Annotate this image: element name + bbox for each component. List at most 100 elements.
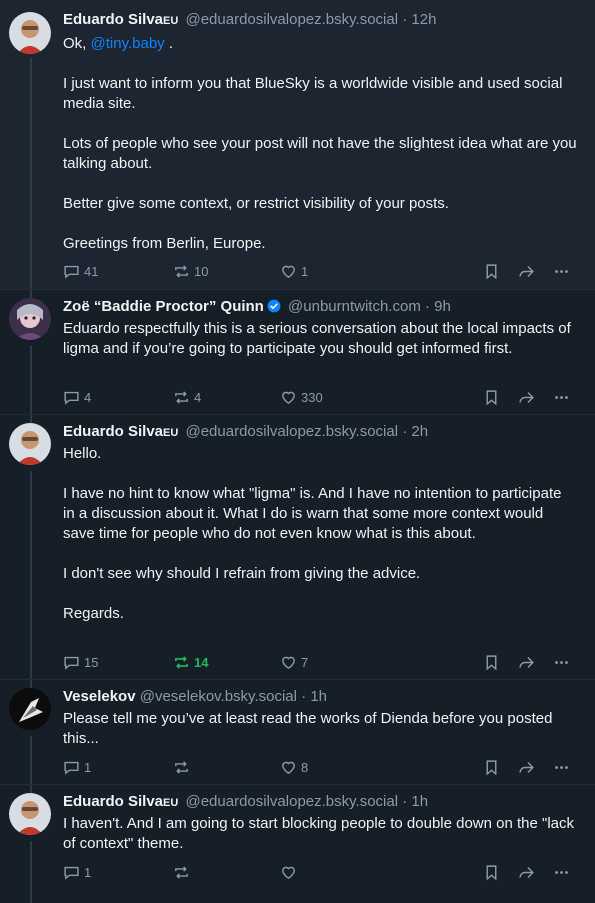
like-button[interactable]: 7 [280, 652, 308, 672]
post-actions: 41 10 1 [63, 261, 579, 281]
share-button[interactable] [518, 652, 539, 672]
share-button[interactable] [518, 862, 539, 882]
heart-icon [282, 265, 295, 278]
reply-count: 4 [84, 389, 92, 405]
author-name[interactable]: Zoë “Baddie Proctor” Quinn [63, 298, 264, 315]
repost-count: 4 [194, 389, 202, 405]
speech-bubble-icon [64, 866, 79, 880]
repost-count: 10 [194, 263, 209, 279]
avatar[interactable] [9, 793, 51, 835]
post-text: I haven't. And I am going to start block… [63, 815, 575, 852]
post-item[interactable]: Eduardo SilvaEU @eduardosilvalopez.bsky.… [0, 785, 595, 903]
thread-line [30, 841, 32, 903]
post-text: Please tell me you’ve at least read the … [63, 710, 553, 747]
post-item[interactable]: Eduardo SilvaEU @eduardosilvalopez.bsky.… [0, 0, 595, 289]
repost-button[interactable]: 14 [173, 652, 208, 672]
share-arrow-icon [519, 761, 534, 773]
post-actions: 15 14 7 [63, 652, 579, 672]
post-text-line: I don't see why should I refrain from gi… [63, 565, 421, 582]
post-text-line: . [164, 35, 174, 52]
reply-button[interactable]: 41 [63, 261, 98, 281]
more-options-button[interactable] [553, 261, 574, 281]
avatar[interactable] [9, 423, 51, 465]
bookmark-button[interactable] [483, 387, 504, 407]
bookmark-button[interactable] [483, 652, 504, 672]
thread-line [30, 346, 32, 414]
thread-line [30, 785, 32, 793]
author-handle[interactable]: @veselekov.bsky.social [140, 688, 297, 705]
post-time[interactable]: 9h [434, 298, 451, 315]
share-arrow-icon [519, 265, 534, 277]
repost-arrows-icon [175, 865, 188, 879]
author-handle[interactable]: @eduardosilvalopez.bsky.social [185, 793, 398, 810]
reply-button[interactable]: 1 [63, 757, 91, 777]
ellipsis-icon [555, 660, 568, 664]
author-name[interactable]: Eduardo Silva [63, 11, 163, 28]
repost-button[interactable] [173, 862, 194, 882]
thread-line [30, 290, 32, 298]
author-name[interactable]: Eduardo Silva [63, 423, 163, 440]
bookmark-icon [486, 389, 497, 405]
heart-icon [282, 656, 295, 669]
separator-dot: · [402, 11, 408, 28]
mention-link[interactable]: @tiny.baby [91, 35, 165, 52]
author-handle[interactable]: @eduardosilvalopez.bsky.social [185, 11, 398, 28]
bookmark-icon [486, 864, 497, 880]
reply-button[interactable]: 4 [63, 387, 91, 407]
like-count: 1 [301, 263, 309, 279]
like-button[interactable]: 1 [280, 261, 308, 281]
thread-line [30, 58, 32, 289]
repost-count: 14 [194, 654, 209, 670]
more-options-button[interactable] [553, 757, 574, 777]
repost-button[interactable] [173, 757, 194, 777]
post-text: Hello. I have no hint to know what "ligm… [63, 444, 577, 624]
author-handle[interactable]: @eduardosilvalopez.bsky.social [185, 423, 398, 440]
avatar[interactable] [9, 688, 51, 730]
post-time[interactable]: 1h [411, 793, 428, 810]
author-name[interactable]: Eduardo Silva [63, 793, 163, 810]
post-time[interactable]: 12h [411, 11, 436, 28]
speech-bubble-icon [64, 656, 79, 670]
more-options-button[interactable] [553, 387, 574, 407]
post-item[interactable]: Veselekov @veselekov.bsky.social · 1h Pl… [0, 680, 595, 784]
bookmark-icon [486, 263, 497, 279]
post-text-line: Regards. [63, 605, 124, 622]
post-text-line: Greetings from Berlin, Europe. [63, 235, 266, 252]
like-button[interactable]: 8 [280, 757, 308, 777]
thread-line [30, 736, 32, 784]
heart-icon [282, 866, 295, 879]
post-time[interactable]: 1h [310, 688, 327, 705]
bookmark-button[interactable] [483, 862, 504, 882]
author-handle[interactable]: @unburntwitch.com [288, 298, 421, 315]
like-button[interactable]: 330 [280, 387, 323, 407]
repost-button[interactable]: 10 [173, 261, 208, 281]
post-item[interactable]: Zoë “Baddie Proctor” Quinn @unburntwitch… [0, 290, 595, 414]
avatar[interactable] [9, 12, 51, 54]
post-time[interactable]: 2h [411, 423, 428, 440]
like-count: 7 [301, 654, 309, 670]
post-item[interactable]: Eduardo SilvaEU @eduardosilvalopez.bsky.… [0, 415, 595, 679]
avatar[interactable] [9, 298, 51, 340]
reply-button[interactable]: 1 [63, 862, 91, 882]
author-name[interactable]: Veselekov [63, 688, 136, 705]
speech-bubble-icon [64, 265, 79, 279]
share-button[interactable] [518, 261, 539, 281]
separator-dot: · [402, 793, 408, 810]
bookmark-button[interactable] [483, 261, 504, 281]
share-button[interactable] [518, 757, 539, 777]
ellipsis-icon [555, 395, 568, 399]
ellipsis-icon [555, 870, 568, 874]
reply-count: 1 [84, 759, 92, 775]
more-options-button[interactable] [553, 652, 574, 672]
repost-button[interactable]: 4 [173, 387, 201, 407]
bookmark-icon [486, 654, 497, 670]
bookmark-button[interactable] [483, 757, 504, 777]
reply-button[interactable]: 15 [63, 652, 98, 672]
post-text-line: Hello. [63, 445, 102, 462]
heart-icon [282, 391, 295, 404]
share-button[interactable] [518, 387, 539, 407]
more-options-button[interactable] [553, 862, 574, 882]
post-header: Veselekov @veselekov.bsky.social · 1h [63, 687, 585, 707]
like-button[interactable] [280, 862, 301, 882]
like-count: 8 [301, 759, 309, 775]
